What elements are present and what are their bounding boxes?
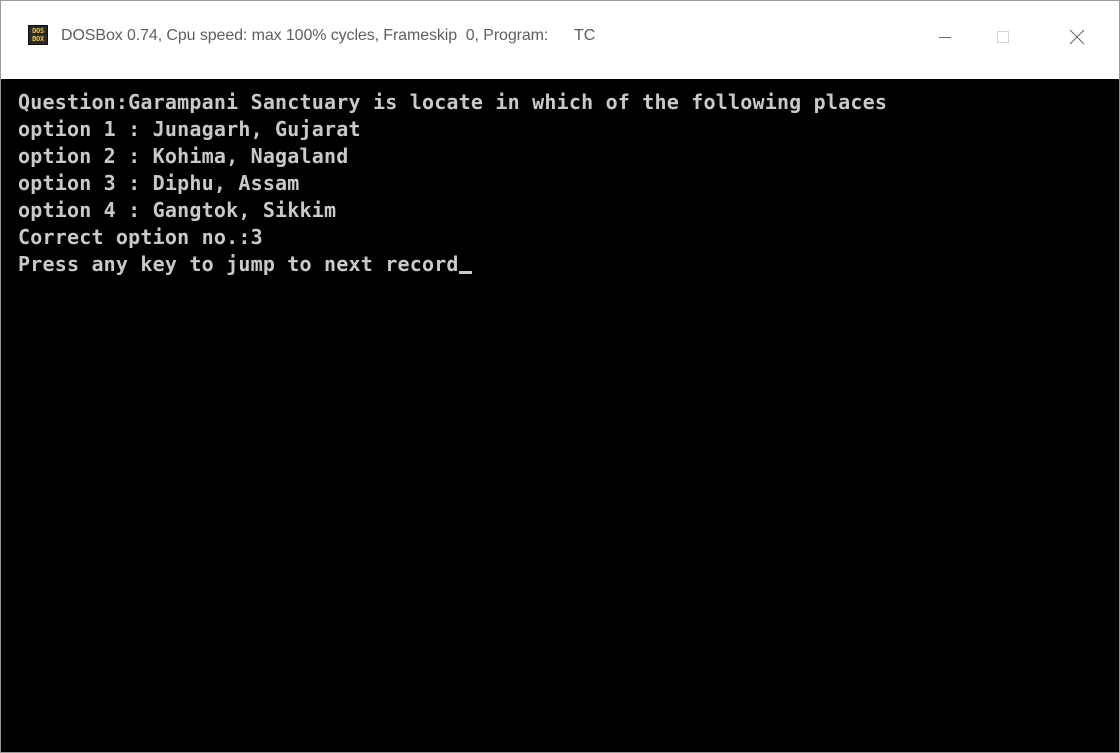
option-1-line: option 1 : Junagarh, Gujarat — [18, 117, 361, 141]
prompt-line: Press any key to jump to next record — [18, 251, 472, 278]
window-title-prefix: DOSBox 0.74, Cpu speed: max 100% cycles,… — [61, 27, 549, 44]
text-cursor — [458, 271, 472, 274]
icon-text-bottom: BOX — [32, 35, 44, 43]
maximize-icon — [997, 31, 1009, 43]
minimize-icon — [939, 37, 951, 38]
close-button[interactable] — [1051, 21, 1103, 53]
close-icon — [1069, 29, 1085, 45]
option-4-line: option 4 : Gangtok, Sikkim — [18, 198, 337, 222]
dosbox-window: DOS BOX DOSBox 0.74, Cpu speed: max 100%… — [0, 0, 1120, 753]
dos-terminal-screen[interactable]: Question:Garampani Sanctuary is locate i… — [1, 79, 1119, 752]
prompt-text: Press any key to jump to next record — [18, 252, 459, 276]
window-title: DOSBox 0.74, Cpu speed: max 100% cycles,… — [61, 25, 595, 47]
window-title-program: TC — [574, 27, 596, 44]
option-2-line: option 2 : Kohima, Nagaland — [18, 144, 349, 168]
option-3-line: option 3 : Diphu, Assam — [18, 171, 300, 195]
minimize-button[interactable] — [919, 21, 971, 53]
dosbox-icon[interactable]: DOS BOX — [28, 25, 48, 45]
icon-text-top: DOS — [32, 27, 44, 35]
question-line: Question:Garampani Sanctuary is locate i… — [18, 90, 888, 114]
correct-option-line: Correct option no.:3 — [18, 225, 263, 249]
maximize-button[interactable] — [977, 21, 1029, 53]
title-bar[interactable]: DOS BOX DOSBox 0.74, Cpu speed: max 100%… — [1, 1, 1119, 79]
